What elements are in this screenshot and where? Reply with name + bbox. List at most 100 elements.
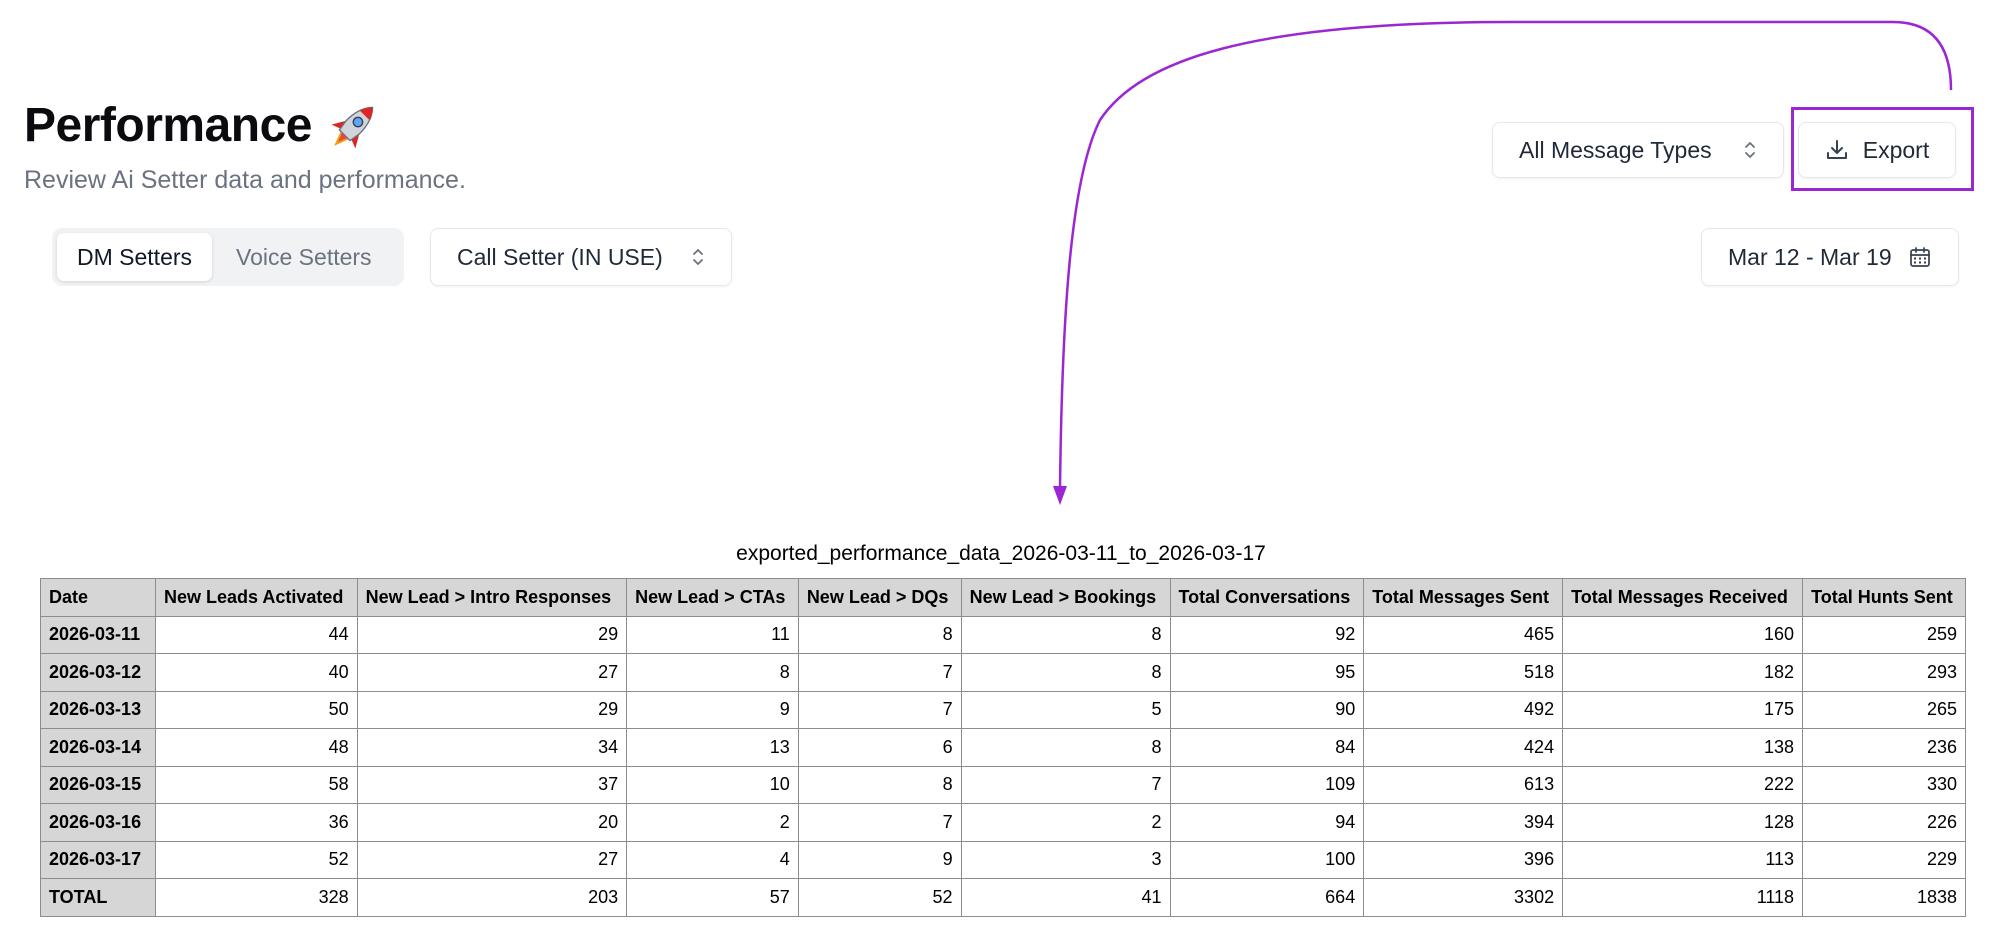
table-cell: 11 xyxy=(626,615,799,654)
table-cell: 52 xyxy=(797,878,962,917)
export-button[interactable]: Export xyxy=(1798,122,1956,178)
table-cell: 27 xyxy=(356,653,628,692)
calendar-icon xyxy=(1910,247,1930,267)
table-cell: 2026-03-14 xyxy=(40,728,156,767)
table-cell: 1838 xyxy=(1802,878,1966,917)
table-cell: TOTAL xyxy=(40,878,156,917)
table-cell: 41 xyxy=(960,878,1171,917)
table-cell: 9 xyxy=(626,690,799,729)
table-cell: 29 xyxy=(356,690,628,729)
table-cell: 222 xyxy=(1562,765,1804,804)
table-cell: 34 xyxy=(356,728,628,767)
table-cell: 57 xyxy=(626,878,799,917)
tab-voice-setters[interactable]: Voice Setters xyxy=(216,233,392,281)
table-cell: 424 xyxy=(1363,728,1564,767)
setter-select-value: Call Setter (IN USE) xyxy=(457,243,663,270)
table-cell: 27 xyxy=(356,840,628,879)
table-cell: 13 xyxy=(626,728,799,767)
column-header: New Lead > Intro Responses xyxy=(356,578,628,617)
table-cell: 2026-03-15 xyxy=(40,765,156,804)
message-type-select[interactable]: All Message Types xyxy=(1492,122,1784,178)
table-cell: 36 xyxy=(155,803,358,842)
table-row: 2026-03-12 40 27 8 7 8 95 518 182 293 xyxy=(40,653,1966,692)
table-cell: 226 xyxy=(1802,803,1966,842)
table-cell: 2026-03-12 xyxy=(40,653,156,692)
table-cell: 84 xyxy=(1169,728,1365,767)
table-cell: 7 xyxy=(797,803,962,842)
column-header: New Lead > DQs xyxy=(797,578,962,617)
table-cell: 90 xyxy=(1169,690,1365,729)
table-cell: 3302 xyxy=(1363,878,1564,917)
table-cell: 94 xyxy=(1169,803,1365,842)
column-header: Total Messages Received xyxy=(1562,578,1804,617)
table-cell: 394 xyxy=(1363,803,1564,842)
setter-type-tabs: DM Setters Voice Setters xyxy=(52,228,404,286)
table-cell: 138 xyxy=(1562,728,1804,767)
table-cell: 58 xyxy=(155,765,358,804)
table-row: 2026-03-13 50 29 9 7 5 90 492 175 265 xyxy=(40,690,1966,729)
table-cell: 465 xyxy=(1363,615,1564,654)
table-cell: 100 xyxy=(1169,840,1365,879)
table-cell: 2026-03-16 xyxy=(40,803,156,842)
table-cell: 2026-03-11 xyxy=(40,615,156,654)
table-row: 2026-03-11 44 29 11 8 8 92 465 160 259 xyxy=(40,615,1966,654)
table-header-row: Date New Leads Activated New Lead > Intr… xyxy=(40,578,1966,617)
table-cell: 29 xyxy=(356,615,628,654)
table-cell: 52 xyxy=(155,840,358,879)
table-cell: 8 xyxy=(626,653,799,692)
table-cell: 6 xyxy=(797,728,962,767)
table-cell: 8 xyxy=(797,615,962,654)
export-data-table: Date New Leads Activated New Lead > Intr… xyxy=(40,578,1966,917)
table-row: 2026-03-16 36 20 2 7 2 94 394 128 226 xyxy=(40,803,1966,842)
table-cell: 50 xyxy=(155,690,358,729)
export-label: Export xyxy=(1862,136,1930,163)
date-range-label: Mar 12 - Mar 19 xyxy=(1728,243,1892,270)
table-cell: 160 xyxy=(1562,615,1804,654)
table-cell: 613 xyxy=(1363,765,1564,804)
table-cell: 182 xyxy=(1562,653,1804,692)
table-cell: 2 xyxy=(626,803,799,842)
date-range-picker[interactable]: Mar 12 - Mar 19 xyxy=(1701,228,1959,286)
table-cell: 2 xyxy=(960,803,1171,842)
table-cell: 2026-03-13 xyxy=(40,690,156,729)
table-cell: 92 xyxy=(1169,615,1365,654)
table-cell: 328 xyxy=(155,878,358,917)
column-header: Total Messages Sent xyxy=(1363,578,1564,617)
table-cell: 128 xyxy=(1562,803,1804,842)
table-cell: 3 xyxy=(960,840,1171,879)
tab-dm-setters[interactable]: DM Setters xyxy=(57,233,213,281)
table-cell: 8 xyxy=(960,653,1171,692)
table-cell: 8 xyxy=(960,615,1171,654)
table-cell: 9 xyxy=(797,840,962,879)
table-row: 2026-03-15 58 37 10 8 7 109 613 222 330 xyxy=(40,765,1966,804)
table-cell: 7 xyxy=(797,653,962,692)
page-subtitle: Review Ai Setter data and performance. xyxy=(24,166,466,194)
rocket-icon xyxy=(331,106,374,149)
table-cell: 664 xyxy=(1169,878,1365,917)
table-cell: 236 xyxy=(1802,728,1966,767)
page-title: Performance xyxy=(24,96,384,156)
table-cell: 4 xyxy=(626,840,799,879)
table-cell: 492 xyxy=(1363,690,1564,729)
column-header: Total Hunts Sent xyxy=(1802,578,1966,617)
column-header: New Lead > CTAs xyxy=(626,578,799,617)
table-cell: 95 xyxy=(1169,653,1365,692)
table-cell: 40 xyxy=(155,653,358,692)
page-title-text: Performance xyxy=(24,99,312,152)
export-filename: exported_performance_data_2026-03-11_to_… xyxy=(736,542,1266,565)
table-cell: 175 xyxy=(1562,690,1804,729)
table-cell: 7 xyxy=(797,690,962,729)
table-cell: 396 xyxy=(1363,840,1564,879)
table-cell: 7 xyxy=(960,765,1171,804)
column-header: New Leads Activated xyxy=(155,578,358,617)
message-type-label: All Message Types xyxy=(1519,136,1712,163)
table-cell: 113 xyxy=(1562,840,1804,879)
table-cell: 48 xyxy=(155,728,358,767)
column-header: Date xyxy=(40,578,156,617)
annotation-arrowhead xyxy=(1053,486,1067,505)
table-total-row: TOTAL 328 203 57 52 41 664 3302 1118 183… xyxy=(40,878,1966,917)
column-header: New Lead > Bookings xyxy=(960,578,1171,617)
download-icon xyxy=(1826,140,1847,159)
table-cell: 5 xyxy=(960,690,1171,729)
setter-select[interactable]: Call Setter (IN USE) xyxy=(430,228,732,286)
